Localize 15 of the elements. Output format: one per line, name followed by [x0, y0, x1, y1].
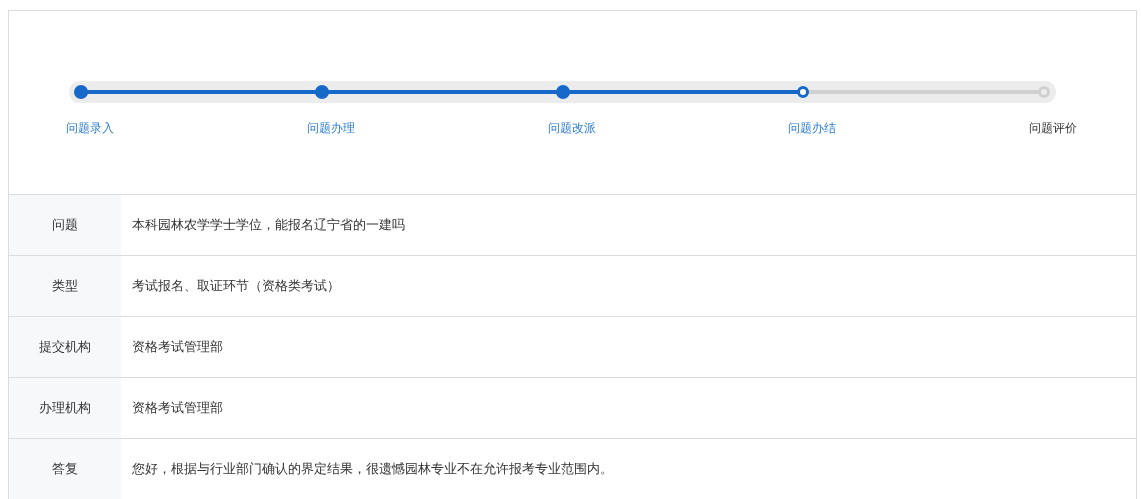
step-label: 问题改派 — [547, 120, 596, 137]
field-value: 您好，根据与行业部门确认的界定结果，很遗憾园林专业不在允许报考专业范围内。 — [131, 459, 614, 478]
field-label: 问题 — [9, 195, 121, 255]
field-label: 类型 — [9, 256, 121, 316]
field-value: 考试报名、取证环节（资格类考试） — [131, 276, 341, 295]
step-label: 问题评价 — [1029, 120, 1077, 137]
step-label: 问题录入 — [66, 120, 114, 137]
step-label: 问题办结 — [788, 120, 837, 137]
field-value: 资格考试管理部 — [131, 398, 224, 417]
field-label: 答复 — [9, 439, 121, 499]
field-value: 资格考试管理部 — [131, 337, 224, 356]
step-label: 问题办理 — [306, 120, 355, 137]
field-label: 提交机构 — [9, 317, 121, 377]
field-label: 办理机构 — [9, 378, 121, 438]
field-value: 本科园林农学学士学位，能报名辽宁省的一建吗 — [131, 215, 406, 234]
